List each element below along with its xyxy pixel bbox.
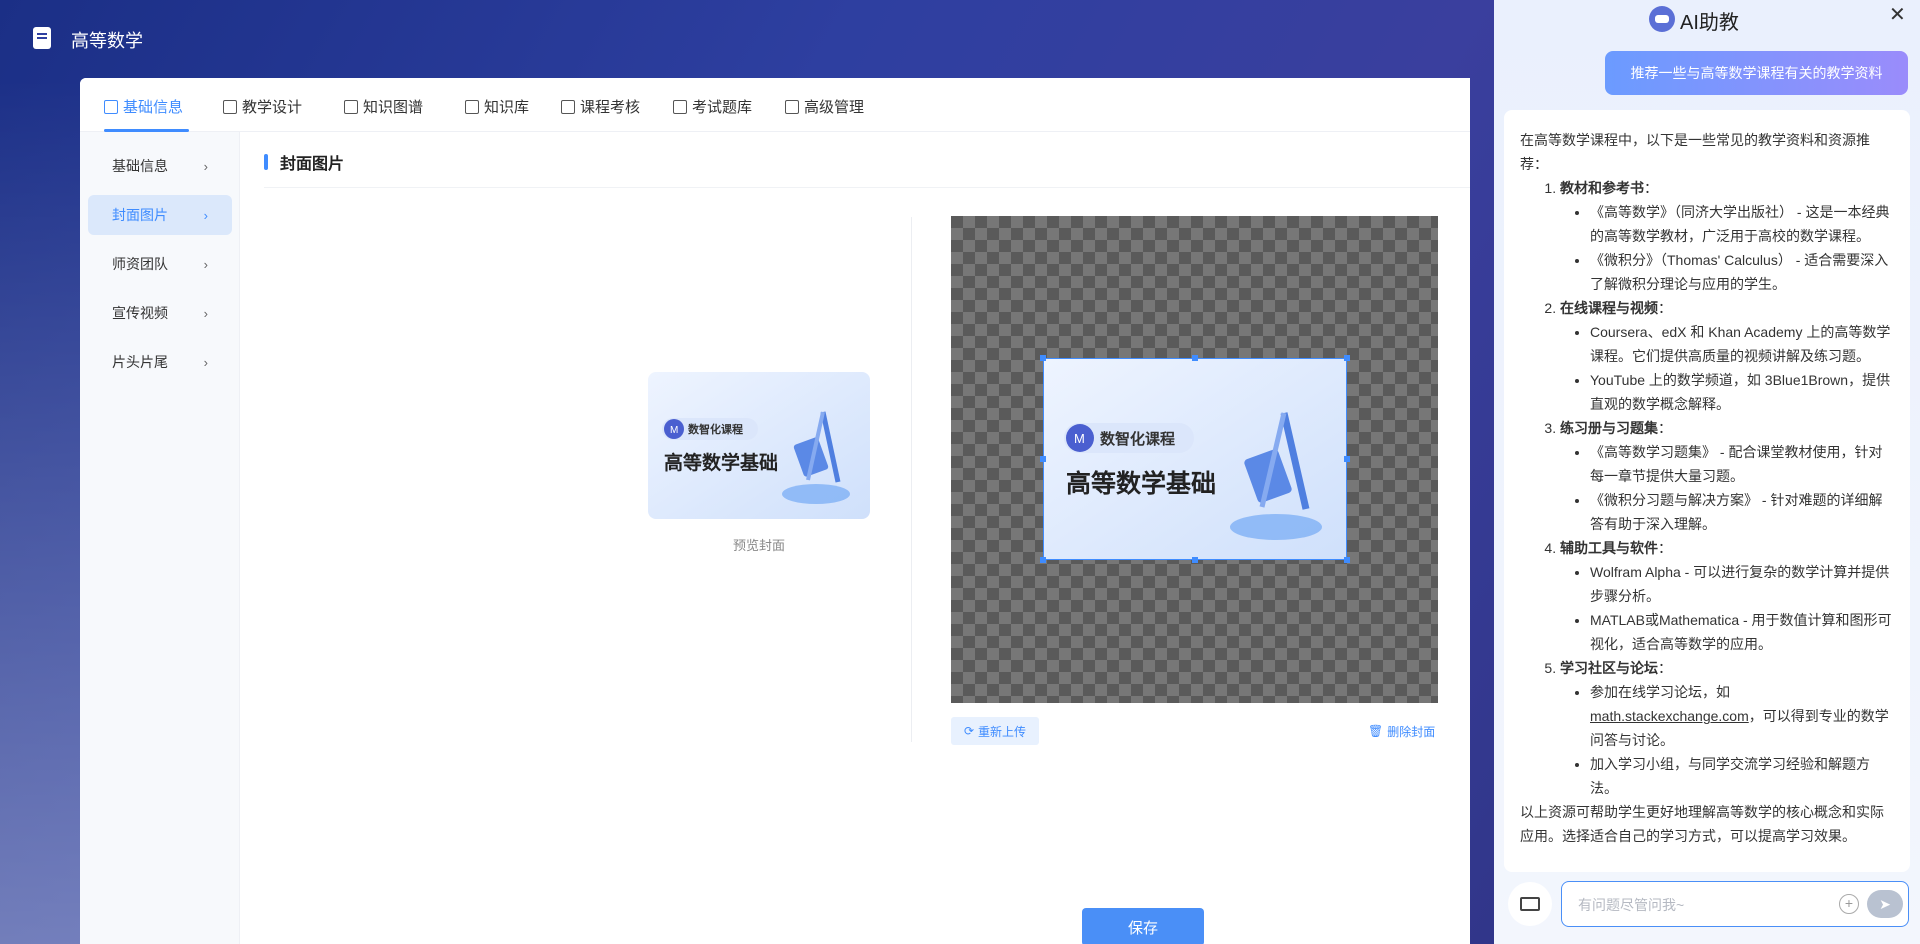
content-area: 封面图片 M 数智化课程 高等数学基础 预览封面 M 数智化课程 高等数学基础 … [264, 132, 1470, 944]
basket-button[interactable] [1508, 882, 1552, 926]
document-icon [104, 99, 118, 114]
crop-handle-top-right[interactable] [1344, 355, 1350, 361]
top-bar: 高等数学 [0, 0, 1470, 78]
subnav-item-cover-image[interactable]: 封面图片 › [88, 195, 232, 235]
tab-knowledge-base[interactable]: 知识库 [465, 96, 529, 117]
delete-cover-button[interactable]: 🗑 删除封面 [1368, 717, 1435, 745]
crop-handle-left[interactable] [1040, 456, 1046, 462]
crop-handle-top-left[interactable] [1040, 355, 1046, 361]
book-icon [33, 27, 51, 49]
subnav-item-faculty[interactable]: 师资团队 › [88, 244, 232, 284]
subnav-item-basic-info[interactable]: 基础信息 › [88, 146, 232, 186]
svg-text:M: M [670, 425, 678, 436]
answer-item: 《高等数学习题集》 - 配合课堂教材使用，针对每一章节提供大量习题。 [1590, 440, 1894, 488]
trash-icon: 🗑 [1368, 724, 1384, 738]
crop-handle-top[interactable] [1192, 355, 1198, 361]
crop-cover-title: 高等数学基础 [1066, 469, 1216, 498]
chevron-right-icon: › [203, 354, 208, 370]
tab-exam-bank[interactable]: 考试题库 [673, 96, 752, 117]
chevron-right-icon: › [203, 305, 208, 321]
chevron-right-icon: › [203, 158, 208, 174]
answer-section: 练习册与习题集： 《高等数学习题集》 - 配合课堂教材使用，针对每一章节提供大量… [1560, 416, 1894, 536]
app-title: 高等数学 [71, 31, 143, 51]
answer-section: 学习社区与论坛： 参加在线学习论坛，如 math.stackexchange.c… [1560, 656, 1894, 800]
ai-header: AI助教 ✕ [1494, 0, 1920, 40]
preview-label: 预览封面 [732, 538, 785, 553]
cover-preview-image: M 数智化课程 高等数学基础 [648, 372, 870, 519]
answer-section: 辅助工具与软件： Wolfram Alpha - 可以进行复杂的数学计算并提供步… [1560, 536, 1894, 656]
answer-item: 《微积分习题与解决方案》 - 针对难题的详细解答有助于深入理解。 [1590, 488, 1894, 536]
subnav-item-promo-video[interactable]: 宣传视频 › [88, 293, 232, 333]
answer-item: Wolfram Alpha - 可以进行复杂的数学计算并提供步骤分析。 [1590, 560, 1894, 608]
tab-basic-info[interactable]: 基础信息 [104, 96, 183, 117]
book-icon [465, 99, 479, 114]
ai-answer: 在高等数学课程中，以下是一些常见的教学资料和资源推荐： 教材和参考书： 《高等数… [1504, 110, 1910, 872]
crop-handle-right[interactable] [1344, 456, 1350, 462]
clipboard-icon [561, 99, 575, 114]
answer-section: 教材和参考书： 《高等数学》（同济大学出版社） - 这是一本经典的高等数学教材，… [1560, 176, 1894, 296]
main-panel: 基础信息 教学设计 知识图谱 知识库 课程考核 考试题库 高级管理 基础信息 ›… [80, 78, 1470, 944]
ai-title: AI助教 [1680, 12, 1739, 34]
tab-bar: 基础信息 教学设计 知识图谱 知识库 课程考核 考试题库 高级管理 [80, 78, 1470, 132]
robot-icon [1649, 6, 1675, 32]
answer-item: MATLAB或Mathematica - 用于数值计算和图形可视化，适合高等数学… [1590, 608, 1894, 656]
crop-cover-badge: 数智化课程 [1100, 430, 1175, 448]
answer-item: 《微积分》（Thomas' Calculus） - 适合需要深入了解微积分理论与… [1590, 248, 1894, 296]
ai-input-box: + ➤ [1561, 881, 1909, 927]
graph-icon [344, 99, 358, 114]
section-title: 封面图片 [264, 152, 344, 173]
cube-icon [673, 99, 687, 114]
close-icon[interactable]: ✕ [1889, 2, 1906, 27]
basket-icon [1520, 897, 1540, 911]
answer-section: 在线课程与视频： Coursera、edX 和 Khan Academy 上的高… [1560, 296, 1894, 416]
tab-course-assessment[interactable]: 课程考核 [561, 96, 640, 117]
cover-badge: 数智化课程 [688, 422, 743, 436]
send-button[interactable]: ➤ [1867, 890, 1903, 918]
vertical-divider [911, 217, 912, 742]
svg-text:M: M [1074, 431, 1085, 446]
crop-handle-bottom[interactable] [1192, 557, 1198, 563]
reupload-button[interactable]: ⟳ 重新上传 [951, 717, 1039, 745]
answer-intro: 在高等数学课程中，以下是一些常见的教学资料和资源推荐： [1520, 132, 1870, 172]
chevron-right-icon: › [203, 207, 208, 223]
save-button[interactable]: 保存 [1082, 908, 1204, 944]
crop-selection-box[interactable]: M 数智化课程 高等数学基础 [1043, 358, 1347, 560]
forum-link[interactable]: math.stackexchange.com [1590, 708, 1749, 724]
ai-question-input[interactable] [1578, 894, 1828, 916]
ai-assistant-panel: AI助教 ✕ 推荐一些与高等数学课程有关的教学资料 在高等数学课程中，以下是一些… [1494, 0, 1920, 944]
send-icon: ➤ [1879, 895, 1891, 912]
answer-list: 教材和参考书： 《高等数学》（同济大学出版社） - 这是一本经典的高等数学教材，… [1520, 176, 1894, 800]
tab-teaching-design[interactable]: 教学设计 [223, 96, 302, 117]
cover-title: 高等数学基础 [664, 451, 778, 474]
background-decoration [0, 78, 80, 944]
divider [264, 187, 1470, 188]
answer-item: YouTube 上的数学频道，如 3Blue1Brown，提供直观的数学概念解释… [1590, 368, 1894, 416]
crop-handle-bottom-right[interactable] [1344, 557, 1350, 563]
plus-icon[interactable]: + [1839, 894, 1859, 914]
answer-item: 《高等数学》（同济大学出版社） - 这是一本经典的高等数学教材，广泛用于高校的数… [1590, 200, 1894, 248]
refresh-icon: ⟳ [963, 724, 975, 738]
subnav-item-intro-outro[interactable]: 片头片尾 › [88, 342, 232, 382]
crop-handle-bottom-left[interactable] [1040, 557, 1046, 563]
answer-item: 加入学习小组，与同学交流学习经验和解题方法。 [1590, 752, 1894, 800]
image-cropper[interactable]: M 数智化课程 高等数学基础 [951, 216, 1438, 703]
user-message: 推荐一些与高等数学课程有关的教学资料 [1605, 51, 1908, 95]
chevron-right-icon: › [203, 256, 208, 272]
answer-outro: 以上资源可帮助学生更好地理解高等数学的核心概念和实际应用。选择适合自己的学习方式… [1520, 804, 1884, 844]
answer-item: Coursera、edX 和 Khan Academy 上的高等数学课程。它们提… [1590, 320, 1894, 368]
settings-icon [785, 99, 799, 114]
sub-navigation: 基础信息 › 封面图片 › 师资团队 › 宣传视频 › 片头片尾 › [80, 132, 240, 944]
design-icon [223, 99, 237, 114]
tab-knowledge-graph[interactable]: 知识图谱 [344, 96, 423, 117]
tab-advanced-management[interactable]: 高级管理 [785, 96, 864, 117]
answer-item: 参加在线学习论坛，如 math.stackexchange.com，可以得到专业… [1590, 680, 1894, 752]
